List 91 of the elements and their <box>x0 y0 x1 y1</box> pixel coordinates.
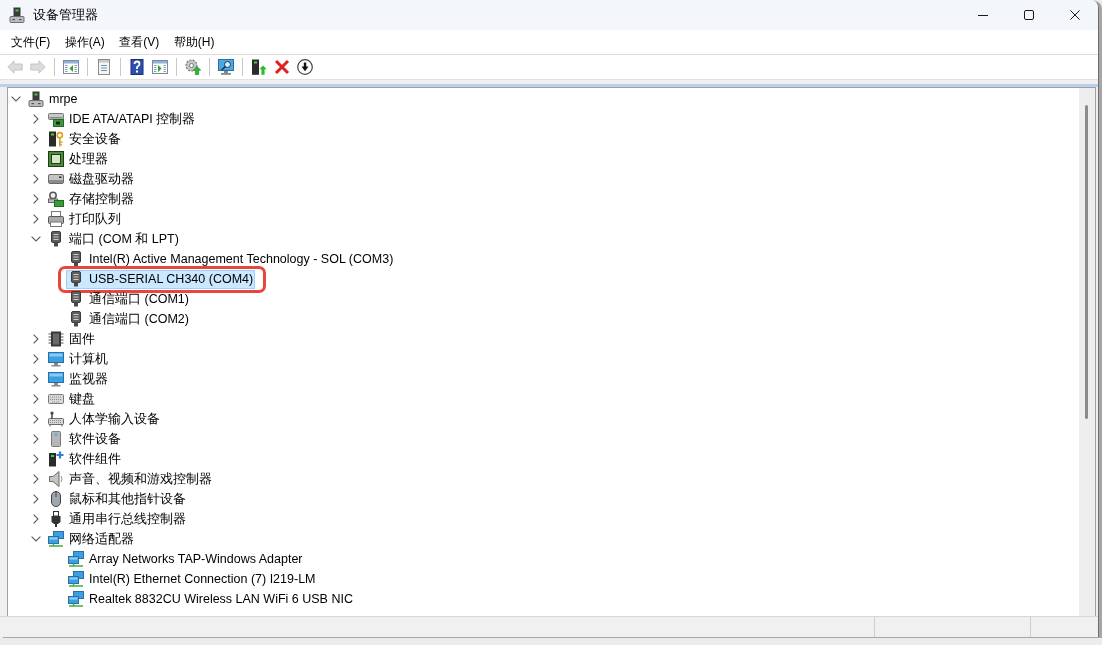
chevron-right-icon[interactable] <box>33 334 39 344</box>
maximize-icon <box>1024 10 1034 20</box>
chevron-right-icon[interactable] <box>33 394 39 404</box>
port-connector-icon <box>68 311 84 327</box>
tree-item[interactable]: 网络适配器 <box>46 529 136 549</box>
tree-item[interactable]: 安全设备 <box>46 129 123 149</box>
tree-item[interactable]: 处理器 <box>46 149 110 169</box>
tree-item[interactable]: 通信端口 (COM2) <box>66 309 191 329</box>
chevron-right-icon[interactable] <box>33 374 39 384</box>
chevron-right-icon[interactable] <box>33 174 39 184</box>
tree-item[interactable]: 声音、视频和游戏控制器 <box>46 469 214 489</box>
monitor-magnifier-icon <box>218 59 234 75</box>
close-icon <box>1070 10 1080 20</box>
chip-icon <box>48 151 64 167</box>
port-connector-icon <box>68 291 84 307</box>
chevron-down-icon[interactable] <box>31 536 41 542</box>
tree-item[interactable]: 磁盘驱动器 <box>46 169 136 189</box>
tree-item[interactable]: Intel(R) Ethernet Connection (7) I219-LM <box>66 569 318 589</box>
down-arrow-circle-icon <box>297 59 313 75</box>
chevron-right-icon[interactable] <box>33 134 39 144</box>
printer-icon <box>48 211 64 227</box>
tree-item[interactable]: 鼠标和其他指针设备 <box>46 489 188 509</box>
network-monitors-icon <box>48 531 64 547</box>
tree-item[interactable]: Intel(R) Active Management Technology - SOL (COM3) <box>66 249 396 269</box>
tree-item[interactable]: 计算机 <box>46 349 110 369</box>
chevron-right-icon[interactable] <box>33 354 39 364</box>
tree-item[interactable]: Realtek 8832CU Wireless LAN WiFi 6 USB NIC <box>66 589 355 609</box>
monitor-icon <box>48 371 64 387</box>
chevron-right-icon[interactable] <box>33 194 39 204</box>
chevron-right-icon[interactable] <box>33 494 39 504</box>
tower-plus-icon <box>48 451 64 467</box>
chevron-right-icon[interactable] <box>33 214 39 224</box>
chevron-right-icon[interactable] <box>33 474 39 484</box>
tree-item[interactable]: 存储控制器 <box>46 189 136 209</box>
menu-item[interactable]: 查看(V) <box>112 31 167 53</box>
menu-item[interactable]: 操作(A) <box>57 31 112 53</box>
tree-item[interactable]: 通信端口 (COM1) <box>66 289 191 309</box>
device-box-icon <box>48 431 64 447</box>
tree-item[interactable]: 端口 (COM 和 LPT) <box>46 229 181 249</box>
keyboard-icon <box>48 391 64 407</box>
keyboard-joystick-icon <box>48 411 64 427</box>
arrow-left-icon <box>7 59 23 75</box>
tree-item[interactable]: Array Networks TAP-Windows Adapter <box>66 549 305 569</box>
chevron-right-icon[interactable] <box>33 414 39 424</box>
menu-item[interactable]: 文件(F) <box>4 31 58 53</box>
network-monitors-icon <box>68 571 84 587</box>
tree-item[interactable]: IDE ATA/ATAPI 控制器 <box>46 109 198 129</box>
tree-item[interactable]: 键盘 <box>46 389 97 409</box>
port-connector-icon <box>68 271 84 287</box>
tree-item[interactable]: 打印队列 <box>46 209 123 229</box>
tree-item[interactable]: 监视器 <box>46 369 110 389</box>
tree-item[interactable]: 软件组件 <box>46 449 123 469</box>
document-icon <box>96 59 112 75</box>
update-driver-button[interactable] <box>182 56 204 78</box>
network-monitors-icon <box>68 591 84 607</box>
chevron-right-icon[interactable] <box>33 114 39 124</box>
cross-icon <box>274 59 290 75</box>
computer-tower-icon <box>28 91 44 107</box>
disc-drive-board-icon <box>48 191 64 207</box>
disable-device-button[interactable] <box>294 56 316 78</box>
chevron-down-icon[interactable] <box>31 236 41 242</box>
computer-tower-icon <box>9 7 25 23</box>
speaker-icon <box>48 471 64 487</box>
menu-item[interactable]: 帮助(H) <box>166 31 222 53</box>
key-tower-icon <box>48 131 64 147</box>
arrow-right-icon <box>30 59 46 75</box>
window-title: 设备管理器 <box>33 6 98 24</box>
tree-item[interactable]: 人体学输入设备 <box>46 409 162 429</box>
port-connector-icon <box>68 251 84 267</box>
chip-pins-icon <box>48 331 64 347</box>
port-connector-icon <box>48 231 64 247</box>
network-monitors-icon <box>68 551 84 567</box>
tree-item[interactable]: 固件 <box>46 329 97 349</box>
chevron-right-icon[interactable] <box>33 434 39 444</box>
chevron-right-icon[interactable] <box>33 454 39 464</box>
mouse-icon <box>48 491 64 507</box>
scrollbar[interactable] <box>1079 88 1095 616</box>
scan-hardware-button[interactable] <box>215 56 237 78</box>
help-icon <box>129 59 145 75</box>
disk-drive-icon <box>48 171 64 187</box>
tree-item[interactable]: 通用串行总线控制器 <box>46 509 188 529</box>
scrollbar-thumb[interactable] <box>1085 105 1088 419</box>
monitor-icon <box>48 351 64 367</box>
chevron-right-icon[interactable] <box>33 514 39 524</box>
chevron-down-icon[interactable] <box>11 96 21 102</box>
drive-board-icon <box>48 111 64 127</box>
chevron-right-icon[interactable] <box>33 154 39 164</box>
minimize-icon <box>978 14 988 16</box>
tree-item[interactable]: 软件设备 <box>46 429 123 449</box>
tree-item[interactable]: mrpe <box>26 89 80 109</box>
device-up-arrow-icon <box>251 59 267 75</box>
